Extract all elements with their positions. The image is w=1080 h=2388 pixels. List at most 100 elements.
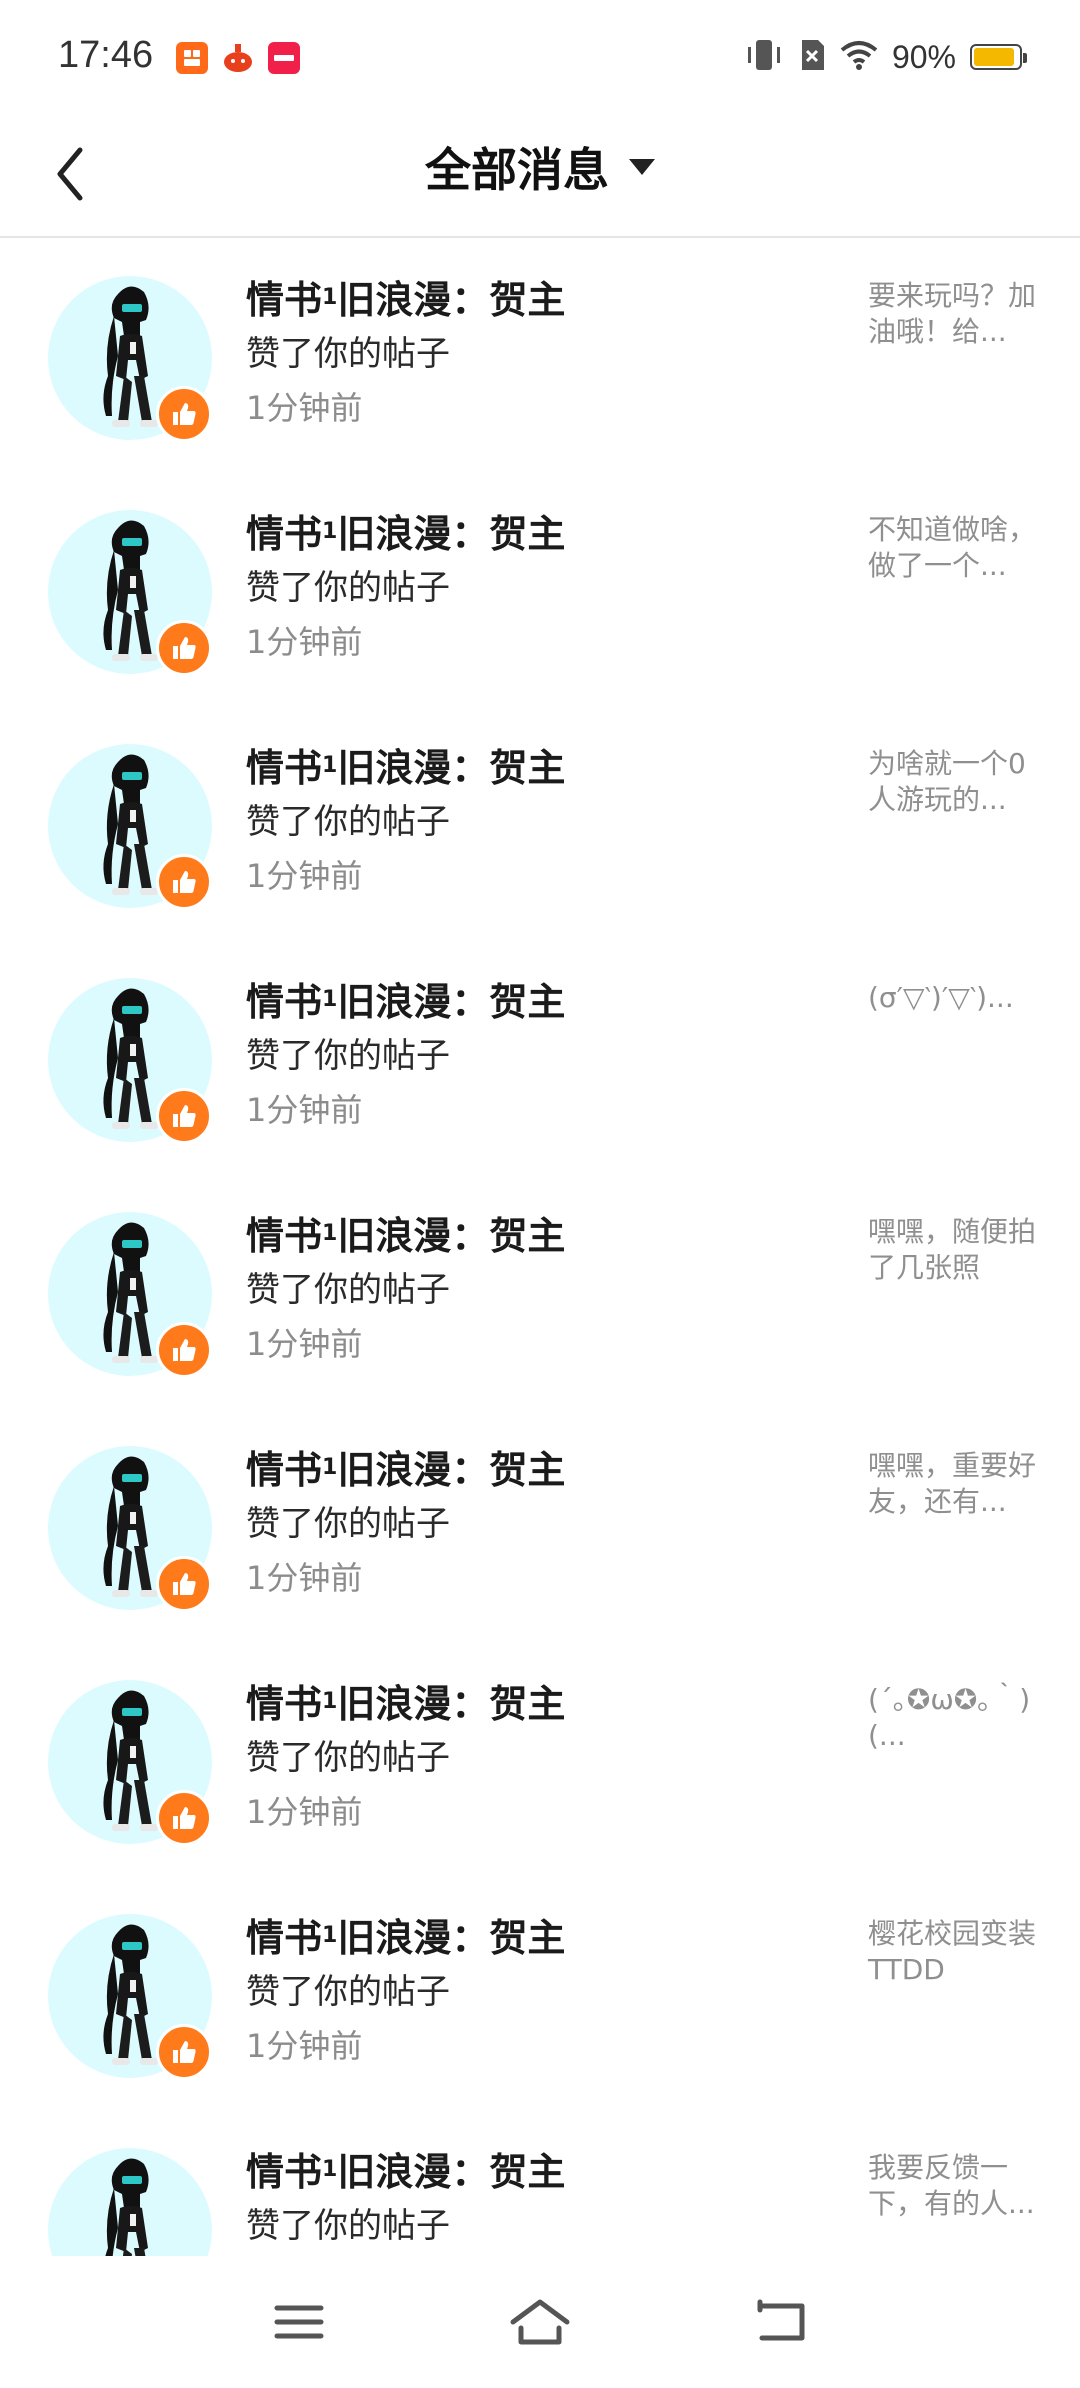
message-body: 情书1旧浪漫：贺主 赞了你的帖子 1分钟前 [246,508,836,668]
avatar[interactable] [48,1446,212,1612]
message-time: 1分钟前 [246,1793,363,1831]
avatar[interactable] [48,1680,212,1846]
message-action: 赞了你的帖子 [246,1036,450,1076]
sender-name: 情书1旧浪漫：贺主 [246,2146,836,2198]
post-preview[interactable]: 嘿嘿，重要好友，还有... [868,1448,1038,1520]
thumbs-up-icon [156,2024,212,2080]
avatar[interactable] [48,978,212,1144]
thumbs-up-icon [156,620,212,676]
back-nav-button[interactable] [746,2292,816,2352]
thumbs-up-icon [156,1088,212,1144]
avatar[interactable] [48,744,212,910]
sender-name-part: 情书 [246,980,323,1024]
message-time: 1分钟前 [246,623,363,661]
sender-name: 情书1旧浪漫：贺主 [246,1210,836,1262]
message-body: 情书1旧浪漫：贺主 赞了你的帖子 1分钟前 [246,1210,836,1370]
back-icon [746,2299,816,2356]
sender-name-rest: 旧浪漫：贺主 [337,1214,566,1258]
app-icon-orange [176,42,208,74]
message-item[interactable]: 情书1旧浪漫：贺主 赞了你的帖子 1分钟前 (σ′▽‵)′▽‵)... [0,940,1080,1174]
sender-name-part: 情书 [246,1448,323,1492]
page-title: 全部消息 [425,143,609,197]
thumbs-up-icon [156,386,212,442]
menu-icon [264,2305,334,2356]
sender-name-sup: 1 [322,285,338,310]
sender-name-rest: 旧浪漫：贺主 [337,980,566,1024]
message-time: 1分钟前 [246,1091,363,1129]
post-preview[interactable]: (σ′▽‵)′▽‵)... [868,980,1038,1016]
message-item[interactable]: 情书1旧浪漫：贺主 赞了你的帖子 我要反馈一下，有的人... [0,2110,1080,2256]
wifi-icon [840,40,878,74]
home-icon [505,2299,575,2356]
message-body: 情书1旧浪漫：贺主 赞了你的帖子 1分钟前 [246,742,836,902]
message-time: 1分钟前 [246,389,363,427]
post-preview[interactable]: 要来玩吗？加油哦！给... [868,278,1038,350]
sender-name-sup: 1 [322,2157,338,2182]
app-icon-basket [222,42,254,74]
avatar[interactable] [48,1212,212,1378]
post-preview[interactable]: (´｡✪ω✪｡｀)(... [868,1682,1038,1754]
sender-name: 情书1旧浪漫：贺主 [246,1912,836,1964]
sim-off-icon [798,38,826,76]
home-button[interactable] [505,2292,575,2352]
sender-name: 情书1旧浪漫：贺主 [246,1444,836,1496]
battery-icon [970,44,1027,70]
message-action: 赞了你的帖子 [246,1504,450,1544]
post-preview[interactable]: 我要反馈一下，有的人... [868,2150,1038,2222]
message-item[interactable]: 情书1旧浪漫：贺主 赞了你的帖子 1分钟前 樱花校园变装TTDD [0,1876,1080,2110]
sender-name-part: 情书 [246,1916,323,1960]
message-body: 情书1旧浪漫：贺主 赞了你的帖子 [246,2146,836,2254]
sender-name-sup: 1 [322,1923,338,1948]
message-item[interactable]: 情书1旧浪漫：贺主 赞了你的帖子 1分钟前 嘿嘿，随便拍了几张照 [0,1174,1080,1408]
post-preview[interactable]: 不知道做啥，做了一个... [868,512,1038,584]
message-time: 1分钟前 [246,2027,363,2065]
message-body: 情书1旧浪漫：贺主 赞了你的帖子 1分钟前 [246,976,836,1136]
post-preview[interactable]: 为啥就一个0人游玩的... [868,746,1038,818]
status-time: 17:46 [58,34,154,76]
sender-name-sup: 1 [322,519,338,544]
avatar[interactable] [48,276,212,442]
message-body: 情书1旧浪漫：贺主 赞了你的帖子 1分钟前 [246,274,836,434]
avatar[interactable] [48,2148,212,2256]
sender-name-part: 情书 [246,2150,323,2194]
status-right: 90% [744,38,1027,76]
battery-cap [1023,53,1027,63]
menu-button[interactable] [264,2292,334,2352]
thumbs-up-icon [156,1556,212,1612]
avatar[interactable] [48,510,212,676]
message-action: 赞了你的帖子 [246,1738,450,1778]
message-time: 1分钟前 [246,1559,363,1597]
sender-name-sup: 1 [322,753,338,778]
message-item[interactable]: 情书1旧浪漫：贺主 赞了你的帖子 1分钟前 不知道做啥，做了一个... [0,472,1080,706]
status-bar: 17:46 90% [0,0,1080,110]
message-time: 1分钟前 [246,857,363,895]
message-body: 情书1旧浪漫：贺主 赞了你的帖子 1分钟前 [246,1678,836,1838]
battery-fill [974,48,1014,66]
message-list[interactable]: 情书1旧浪漫：贺主 赞了你的帖子 1分钟前 要来玩吗？加油哦！给... 情书1旧… [0,238,1080,2256]
message-item[interactable]: 情书1旧浪漫：贺主 赞了你的帖子 1分钟前 (´｡✪ω✪｡｀)(... [0,1642,1080,1876]
sender-name-part: 情书 [246,278,323,322]
message-item[interactable]: 情书1旧浪漫：贺主 赞了你的帖子 1分钟前 为啥就一个0人游玩的... [0,706,1080,940]
avatar[interactable] [48,1914,212,2080]
sender-name-sup: 1 [322,1689,338,1714]
message-body: 情书1旧浪漫：贺主 赞了你的帖子 1分钟前 [246,1912,836,2072]
message-action: 赞了你的帖子 [246,568,450,608]
sender-name-sup: 1 [322,1221,338,1246]
message-item[interactable]: 情书1旧浪漫：贺主 赞了你的帖子 1分钟前 嘿嘿，重要好友，还有... [0,1408,1080,1642]
sender-name-sup: 1 [322,1455,338,1480]
caret-down-icon [629,159,655,175]
avatar-image [48,2148,212,2256]
message-filter-dropdown[interactable]: 全部消息 [0,134,1080,200]
system-nav-bar [0,2256,1080,2388]
sender-name: 情书1旧浪漫：贺主 [246,508,836,560]
sender-name-rest: 旧浪漫：贺主 [337,1682,566,1726]
message-action: 赞了你的帖子 [246,2206,450,2246]
post-preview[interactable]: 嘿嘿，随便拍了几张照 [868,1214,1038,1286]
message-item[interactable]: 情书1旧浪漫：贺主 赞了你的帖子 1分钟前 要来玩吗？加油哦！给... [0,238,1080,472]
sender-name-part: 情书 [246,746,323,790]
post-preview[interactable]: 樱花校园变装TTDD [868,1916,1038,1988]
sender-name: 情书1旧浪漫：贺主 [246,274,836,326]
sender-name-rest: 旧浪漫：贺主 [337,1448,566,1492]
sender-name-part: 情书 [246,1682,323,1726]
thumbs-up-icon [156,854,212,910]
